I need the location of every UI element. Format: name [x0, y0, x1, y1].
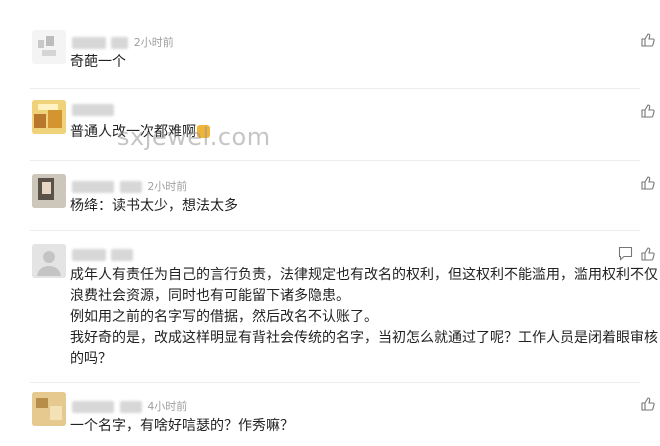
avatar[interactable] — [32, 392, 66, 426]
location: 北京 — [119, 181, 142, 193]
thumbs-up-icon[interactable] — [641, 247, 655, 261]
location: ██ — [111, 37, 129, 49]
comment-line: 例如用之前的名字写的借据，然后改名不认账了。 — [70, 309, 378, 325]
divider — [30, 230, 640, 231]
divider — [30, 88, 640, 89]
comment-line: 我好奇的是，改成这样明显有背社会传统的名字，当初怎么就通过了呢？工作人员是闭着眼… — [70, 330, 658, 346]
location: 北京 — [111, 249, 134, 261]
comment-text: 奇葩一个 — [70, 54, 126, 70]
username[interactable]: █████ — [72, 401, 115, 413]
username[interactable]: ████ — [72, 249, 106, 261]
thumbs-up-icon[interactable] — [641, 33, 655, 47]
timestamp: 4小时前 — [147, 400, 188, 413]
location: 北京 — [119, 401, 142, 413]
divider — [30, 160, 640, 161]
avatar[interactable] — [32, 244, 66, 278]
timestamp: 2小时前 — [133, 36, 174, 49]
avatar[interactable] — [32, 100, 66, 134]
username[interactable]: █████ — [72, 181, 115, 193]
watermark: sxjewel.com — [117, 123, 271, 151]
thumbs-up-icon[interactable] — [641, 104, 655, 118]
thumbs-up-icon[interactable] — [641, 397, 655, 411]
comment-meta: ████ ██ 2小时前 — [72, 34, 174, 50]
comment-meta: █████ — [72, 103, 116, 116]
timestamp: 2小时前 — [147, 180, 188, 193]
reply-icon[interactable] — [618, 246, 633, 261]
comment-meta: █████ 北京 2小时前 — [72, 178, 187, 194]
avatar[interactable] — [32, 174, 66, 208]
comment-meta: █████ 北京 4小时前 — [72, 398, 187, 414]
comment-line: 的吗？ — [70, 351, 112, 367]
comment-meta: ████ 北京 — [72, 248, 135, 261]
divider — [30, 382, 640, 383]
username[interactable]: █████ — [72, 104, 115, 116]
comment-text: 杨绛：读书太少，想法太多 — [70, 198, 238, 214]
thumbs-up-icon[interactable] — [641, 176, 655, 190]
comment-text: 成年人有责任为自己的言行负责，法律规定也有改名的权利，但这权利不能滥用，滥用权利… — [70, 265, 658, 370]
username[interactable]: ████ — [72, 37, 106, 49]
comment-line: 浪费社会资源，同时也有可能留下诸多隐患。 — [70, 288, 350, 304]
avatar[interactable] — [32, 30, 66, 64]
comment-text: 一个名字，有啥好唁瑟的？作秀嘛？ — [70, 418, 294, 434]
comment-line: 成年人有责任为自己的言行负责，法律规定也有改名的权利，但这权利不能滥用，滥用权利… — [70, 267, 658, 283]
